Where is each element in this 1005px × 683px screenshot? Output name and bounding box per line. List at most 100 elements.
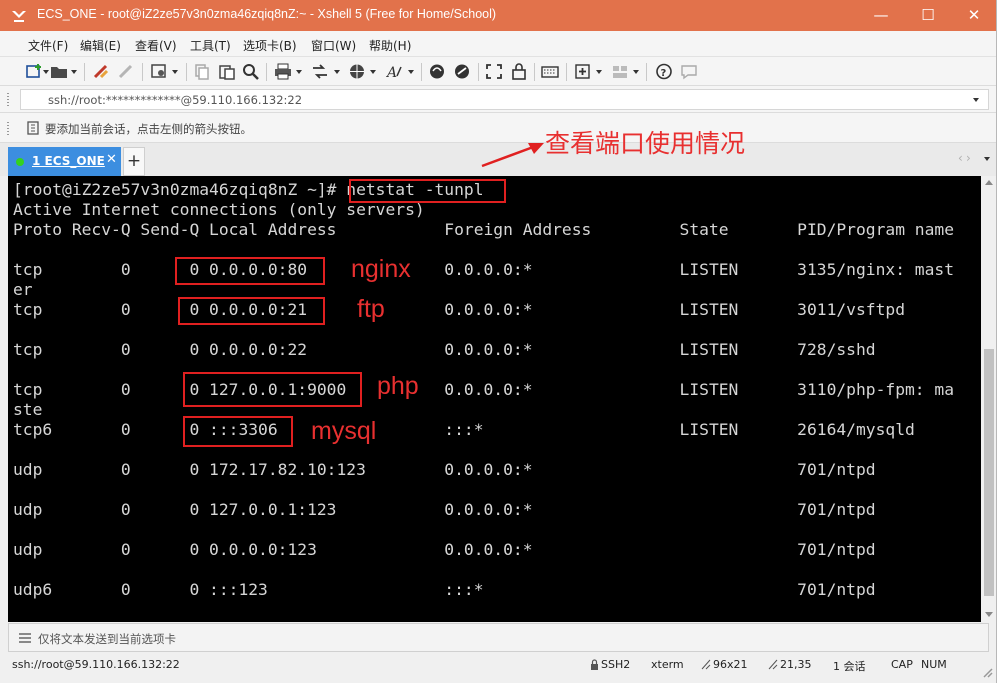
status-protocol: SSH2 (601, 658, 631, 671)
help-icon[interactable]: ? (655, 63, 673, 80)
command-highlight-box (349, 179, 506, 203)
transfer-dropdown-icon[interactable] (334, 70, 340, 74)
new-tab-icon[interactable] (574, 63, 592, 80)
properties-dropdown-icon[interactable] (172, 70, 178, 74)
menu-edit[interactable]: 编辑(E) (80, 37, 121, 54)
secure-lock-icon (591, 659, 598, 670)
toolbar-separator (534, 63, 535, 81)
close-button[interactable]: ✕ (951, 0, 996, 31)
new-session-icon[interactable] (25, 63, 43, 80)
tab-scroll-right-icon[interactable]: › (966, 151, 971, 165)
address-dropdown-icon[interactable] (973, 98, 979, 102)
toolbar: A ? (0, 57, 996, 86)
status-terminal-type: xterm (651, 658, 684, 671)
address-field[interactable]: ssh://root:*************@59.110.166.132:… (20, 89, 989, 110)
mysql-port-highlight-box (183, 416, 293, 447)
annotation-nginx: nginx (351, 255, 411, 283)
toolbar-separator (646, 63, 647, 81)
find-icon[interactable] (242, 63, 260, 80)
terminal-line: tcp 0 0 127.0.0.1:9000 0.0.0.0:* LISTEN … (13, 380, 955, 399)
maximize-button[interactable]: ☐ (905, 0, 951, 31)
terminal-output[interactable]: [root@iZ2ze57v3n0zma46zqiq8nZ ~]# netsta… (8, 176, 981, 622)
menu-window[interactable]: 窗口(W) (311, 37, 356, 54)
chat-icon[interactable] (680, 63, 698, 80)
menu-bar: 文件(F) 编辑(E) 查看(V) 工具(T) 选项卡(B) 窗口(W) 帮助(… (0, 31, 996, 57)
toolbar-separator (266, 63, 267, 81)
new-tab-dropdown-icon[interactable] (596, 70, 602, 74)
scroll-down-icon[interactable] (985, 612, 993, 617)
disconnect-icon[interactable] (117, 63, 135, 80)
menu-tools[interactable]: 工具(T) (190, 37, 231, 54)
menu-tabs[interactable]: 选项卡(B) (243, 37, 297, 54)
connect-icon[interactable] (92, 63, 110, 80)
add-session-bookmark-icon[interactable] (27, 121, 41, 135)
xshell-window: ECS_ONE - root@iZ2ze57v3n0zma46zqiq8nZ:~… (0, 0, 997, 683)
tab-close-icon[interactable]: ✕ (106, 152, 117, 167)
terminal-line: tcp6 0 0 :::3306 :::* LISTEN 26164/mysql… (13, 420, 915, 439)
open-dropdown-icon[interactable] (71, 70, 77, 74)
status-size: 96x21 (713, 658, 748, 671)
toolbar-separator (186, 63, 187, 81)
status-num-lock: NUM (921, 658, 947, 671)
layout-dropdown-icon[interactable] (633, 70, 639, 74)
tab-ecs-one[interactable]: 1 ECS_ONE ✕ (8, 147, 121, 176)
open-folder-icon[interactable] (50, 63, 68, 80)
terminal-line: ste (13, 400, 43, 419)
paste-icon[interactable] (218, 63, 236, 80)
scroll-thumb[interactable] (984, 349, 994, 596)
globe-dropdown-icon[interactable] (370, 70, 376, 74)
terminal-line: tcp 0 0 0.0.0.0:22 0.0.0.0:* LISTEN 728/… (13, 340, 876, 359)
terminal-line: Active Internet connections (only server… (13, 200, 425, 219)
menu-file[interactable]: 文件(F) (28, 37, 68, 54)
tab-scroll-left-icon[interactable]: ‹ (958, 151, 963, 165)
status-bar: ssh://root@59.110.166.132:22 SSH2 xterm … (0, 653, 996, 683)
status-caps-lock: CAP (891, 658, 913, 671)
terminal-scrollbar[interactable] (981, 176, 996, 622)
properties-icon[interactable] (150, 63, 168, 80)
svg-text:?: ? (661, 68, 667, 79)
compose-menu-icon[interactable] (18, 632, 32, 644)
nginx-port-highlight-box (175, 257, 325, 285)
terminal-line: udp 0 0 127.0.0.1:123 0.0.0.0:* 701/ntpd (13, 500, 876, 519)
layout-icon[interactable] (611, 63, 629, 80)
menu-help[interactable]: 帮助(H) (369, 37, 411, 54)
toolbar-separator (142, 63, 143, 81)
status-connection: ssh://root@59.110.166.132:22 (12, 658, 180, 671)
font-dropdown-icon[interactable] (408, 70, 414, 74)
toolbar-separator (84, 63, 85, 81)
add-tab-button[interactable]: + (123, 147, 145, 176)
tab-list-dropdown-icon[interactable] (984, 157, 990, 161)
terminal-line: udp 0 0 0.0.0.0:123 0.0.0.0:* 701/ntpd (13, 540, 876, 559)
xftp-icon[interactable] (428, 63, 446, 80)
scroll-up-icon[interactable] (985, 180, 993, 185)
resize-grip-icon[interactable] (981, 666, 993, 678)
lock-icon[interactable] (510, 63, 528, 80)
transfer-icon[interactable] (311, 63, 329, 80)
menu-view[interactable]: 查看(V) (135, 37, 177, 54)
terminal-line: tcp 0 0 0.0.0.0:21 0.0.0.0:* LISTEN 3011… (13, 300, 905, 319)
minimize-button[interactable]: — (858, 0, 904, 31)
print-dropdown-icon[interactable] (296, 70, 302, 74)
xmanager-icon[interactable] (453, 63, 471, 80)
print-icon[interactable] (274, 63, 292, 80)
keyboard-icon[interactable] (541, 63, 559, 80)
title-bar: ECS_ONE - root@iZ2ze57v3n0zma46zqiq8nZ:~… (0, 0, 996, 31)
background-desktop (997, 0, 1005, 683)
ftp-port-highlight-box (178, 297, 325, 325)
window-title: ECS_ONE - root@iZ2ze57v3n0zma46zqiq8nZ:~… (37, 7, 497, 21)
new-session-dropdown-icon[interactable] (43, 70, 49, 74)
copy-icon[interactable] (193, 63, 211, 80)
address-value: ssh://root:*************@59.110.166.132:… (48, 93, 303, 107)
fullscreen-icon[interactable] (485, 63, 503, 80)
toolbar-separator (566, 63, 567, 81)
svg-text:A: A (385, 65, 397, 80)
compose-bar[interactable]: 仅将文本发送到当前选项卡 (8, 623, 989, 652)
xshell-app-icon[interactable] (11, 8, 27, 23)
globe-icon[interactable] (348, 63, 366, 80)
grip-icon (7, 93, 9, 106)
annotation-check-ports: 查看端口使用情况 (545, 130, 746, 158)
connection-status-icon (16, 158, 24, 166)
font-icon[interactable]: A (385, 63, 403, 80)
terminal-line: er (13, 280, 33, 299)
php-port-highlight-box (183, 372, 362, 407)
